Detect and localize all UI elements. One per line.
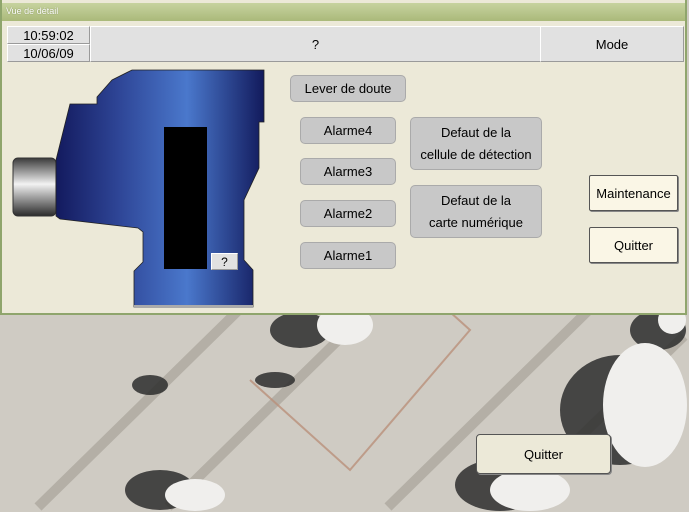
defaut-carte-line2: carte numérique — [429, 214, 523, 230]
detector-display-window — [164, 127, 207, 269]
mode-display: Mode — [540, 26, 684, 62]
defaut-cellule-line1: Defaut de la — [440, 124, 512, 140]
maintenance-button[interactable]: Maintenance — [589, 175, 678, 211]
map-quitter-button[interactable]: Quitter — [476, 434, 611, 474]
detail-window: Vue de détail 10:59:02 10/06/09 ? Mode ?… — [0, 0, 687, 315]
quitter-button[interactable]: Quitter — [589, 227, 678, 263]
alarme4-indicator[interactable]: Alarme4 — [300, 117, 396, 144]
alarme1-indicator[interactable]: Alarme1 — [300, 242, 396, 269]
cable-gland-icon — [12, 157, 57, 217]
lever-de-doute-button[interactable]: Lever de doute — [290, 75, 406, 102]
defaut-carte-indicator[interactable]: Defaut de la carte numérique — [410, 185, 542, 238]
defaut-carte-line1: Defaut de la — [440, 192, 512, 208]
alarme3-indicator[interactable]: Alarme3 — [300, 158, 396, 185]
defaut-cellule-line2: cellule de détection — [420, 146, 532, 162]
detector-graphic — [12, 69, 265, 308]
detector-body-icon — [55, 69, 265, 308]
detector-value: ? — [211, 253, 238, 270]
alarme2-indicator[interactable]: Alarme2 — [300, 200, 396, 227]
defaut-cellule-indicator[interactable]: Defaut de la cellule de détection — [410, 117, 542, 170]
